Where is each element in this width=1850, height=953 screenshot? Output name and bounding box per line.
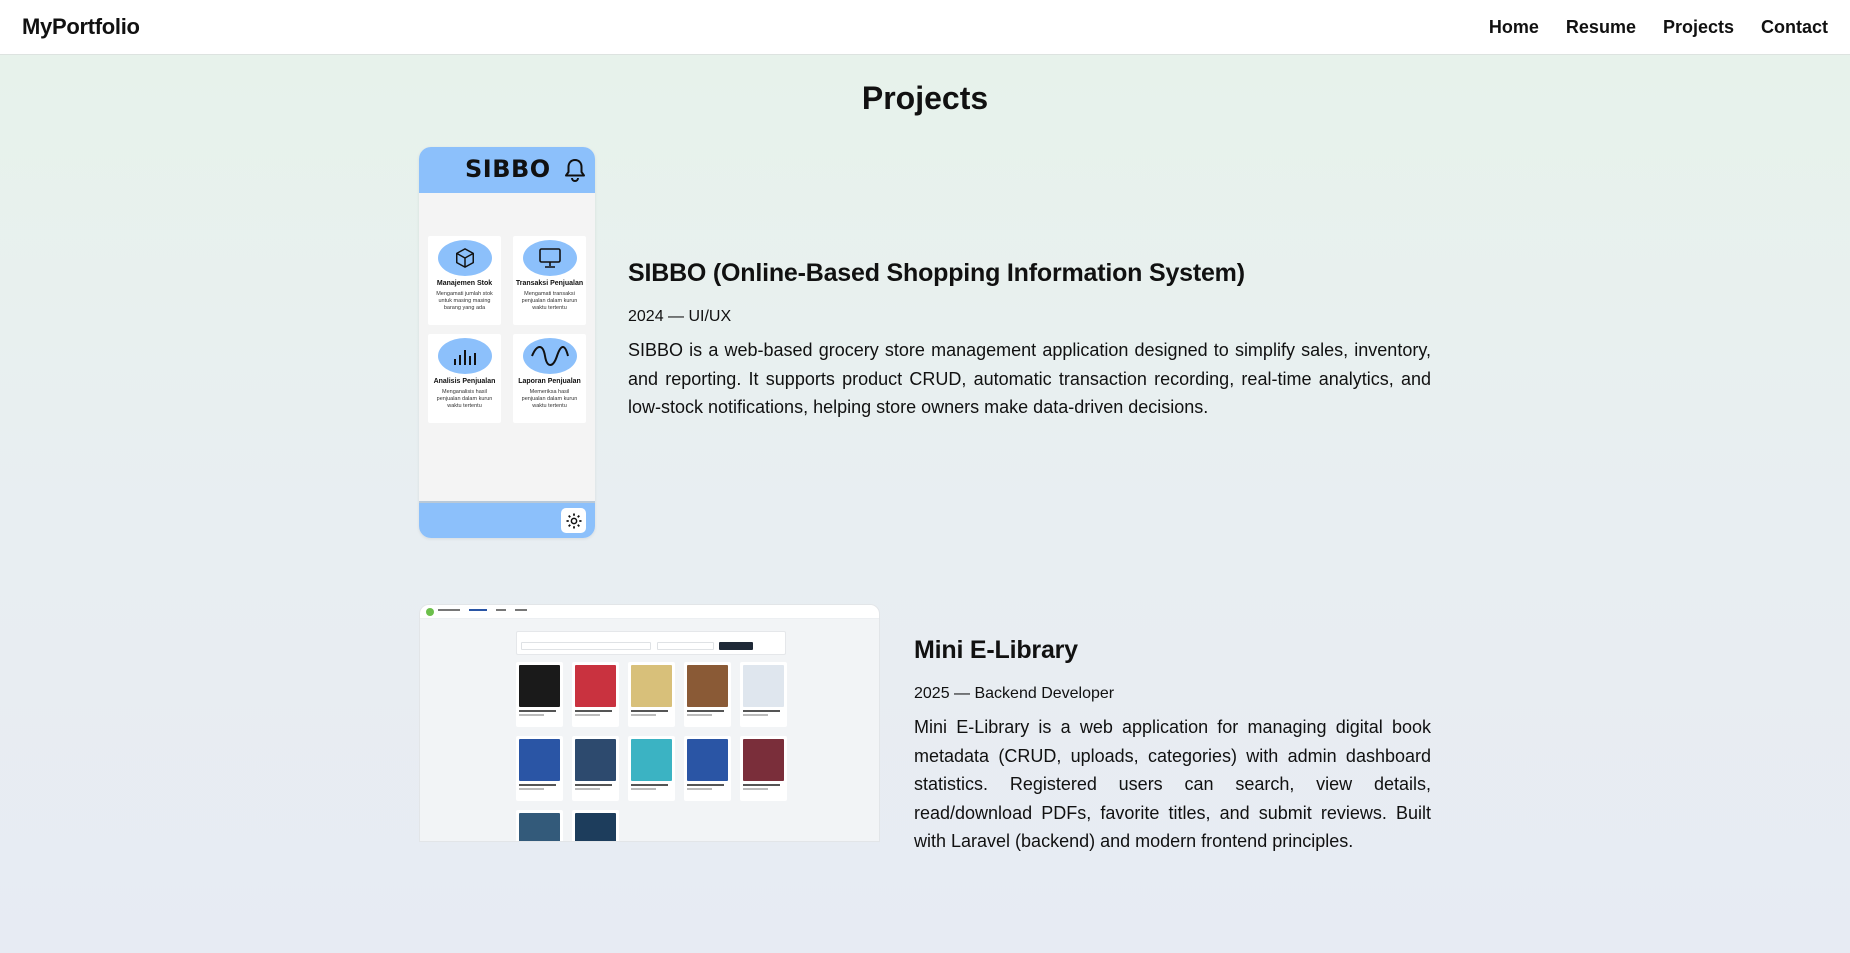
project-title: SIBBO (Online-Based Shopping Information… (628, 259, 1245, 287)
nav-link-contact[interactable]: Contact (1761, 17, 1828, 38)
mockup-book-author-line (519, 788, 544, 790)
mockup-book-title-line (575, 710, 612, 712)
mockup-search-button (719, 642, 753, 650)
mockup-header: SIBBO (419, 147, 595, 193)
page-title: Projects (861, 80, 989, 116)
mockup-book-author-line (519, 714, 544, 716)
mockup-book-cover (687, 739, 728, 781)
mockup-book-author-line (687, 788, 712, 790)
mockup-book-cover (519, 813, 560, 841)
mockup-book-author-line (743, 714, 768, 716)
mockup-book-title-line (631, 710, 668, 712)
mockup-book-author-line (631, 714, 656, 716)
mockup-book-cover (687, 665, 728, 707)
project-title: Mini E-Library (914, 636, 1078, 664)
mockup-book-card (628, 736, 675, 801)
mockup-book-card (572, 736, 619, 801)
mockup-book-cover (575, 813, 616, 841)
mockup-logo: SIBBO (465, 155, 551, 183)
project-mini-elibrary: Mini E-Library 2025 — Backend Developer … (914, 636, 1431, 856)
project-description: Mini E-Library is a web application for … (914, 717, 1431, 851)
mockup-book-title-line (631, 784, 668, 786)
bell-icon (565, 159, 585, 182)
mockup-logo-icon (426, 608, 434, 616)
nav-link-projects[interactable]: Projects (1663, 17, 1734, 38)
mockup-book-card (684, 736, 731, 801)
bar-chart-icon (453, 350, 476, 365)
mini-elibrary-mockup-image (419, 604, 880, 842)
mockup-book-card (740, 736, 787, 801)
project-sibbo: SIBBO (Online-Based Shopping Information… (628, 259, 1431, 422)
mockup-book-card (516, 810, 563, 841)
mockup-book-grid (516, 662, 787, 841)
mockup-search-input (521, 642, 651, 650)
mockup-book-cover (743, 665, 784, 707)
card-title: Analisis Penjualan (433, 378, 496, 385)
mockup-book-cover (519, 665, 560, 707)
nav-menu: Home Resume Projects Contact (1489, 17, 1828, 38)
monitor-icon (538, 248, 561, 268)
mockup-feature-grid: Manajemen Stok Mengamati jumlah stok unt… (428, 236, 586, 423)
mockup-nav (438, 608, 527, 611)
gear-icon (561, 508, 586, 533)
card-title: Transaksi Penjualan (515, 280, 584, 287)
mockup-book-cover (575, 739, 616, 781)
mockup-book-cover (631, 739, 672, 781)
mockup-book-title-line (575, 784, 612, 786)
mockup-book-card (628, 662, 675, 727)
mockup-book-author-line (743, 788, 768, 790)
mockup-book-card (740, 662, 787, 727)
top-navbar: MyPortfolio Home Resume Projects Contact (0, 0, 1850, 55)
mockup-book-title-line (743, 784, 780, 786)
feature-card: Transaksi Penjualan Mengamati transaksi … (513, 236, 586, 325)
project-description: SIBBO is a web-based grocery store manag… (628, 340, 1431, 417)
feature-card: Analisis Penjualan Menganalisis hasil pe… (428, 334, 501, 423)
sibbo-mockup-image: SIBBO Manajemen Stok Mengamati jumlah st… (419, 147, 595, 538)
project-meta: 2024 — UI/UX (628, 308, 732, 325)
feature-card: Manajemen Stok Mengamati jumlah stok unt… (428, 236, 501, 325)
card-title: Laporan Penjualan (518, 378, 581, 385)
card-icon-bg (522, 240, 577, 276)
card-icon-bg (522, 338, 577, 374)
card-icon-bg (437, 338, 492, 374)
mockup-book-title-line (687, 784, 724, 786)
mockup-book-card (572, 810, 619, 841)
card-desc: Mengamati transaksi penjualan dalam kuru… (521, 291, 578, 311)
wave-icon (530, 346, 569, 366)
mockup-book-cover (743, 739, 784, 781)
card-icon-bg (437, 240, 492, 276)
card-title: Manajemen Stok (436, 280, 493, 287)
mockup-book-cover (631, 665, 672, 707)
card-desc: Memeriksa hasil penjualan dalam kurun wa… (521, 389, 578, 409)
card-desc: Mengamati jumlah stok untuk masing masin… (436, 291, 493, 311)
mockup-book-author-line (687, 714, 712, 716)
nav-link-resume[interactable]: Resume (1566, 17, 1636, 38)
mockup-category-select (657, 642, 714, 650)
box-icon (455, 248, 474, 268)
mockup-search-panel (516, 631, 786, 655)
mockup-book-title-line (687, 710, 724, 712)
project-meta: 2025 — Backend Developer (914, 685, 1115, 702)
mockup-book-card (516, 662, 563, 727)
mockup-book-title-line (519, 710, 556, 712)
mockup-footer (419, 501, 595, 538)
mockup-navbar (420, 605, 879, 619)
mockup-book-author-line (631, 788, 656, 790)
brand-logo[interactable]: MyPortfolio (22, 14, 140, 40)
nav-link-home[interactable]: Home (1489, 17, 1539, 38)
mockup-book-cover (575, 665, 616, 707)
mockup-book-title-line (519, 784, 556, 786)
mockup-book-author-line (575, 788, 600, 790)
mockup-book-author-line (575, 714, 600, 716)
mockup-book-card (684, 662, 731, 727)
card-desc: Menganalisis hasil penjualan dalam kurun… (436, 389, 493, 409)
mockup-book-card (516, 736, 563, 801)
mockup-book-title-line (743, 710, 780, 712)
mockup-book-card (572, 662, 619, 727)
feature-card: Laporan Penjualan Memeriksa hasil penjua… (513, 334, 586, 423)
mockup-book-cover (519, 739, 560, 781)
